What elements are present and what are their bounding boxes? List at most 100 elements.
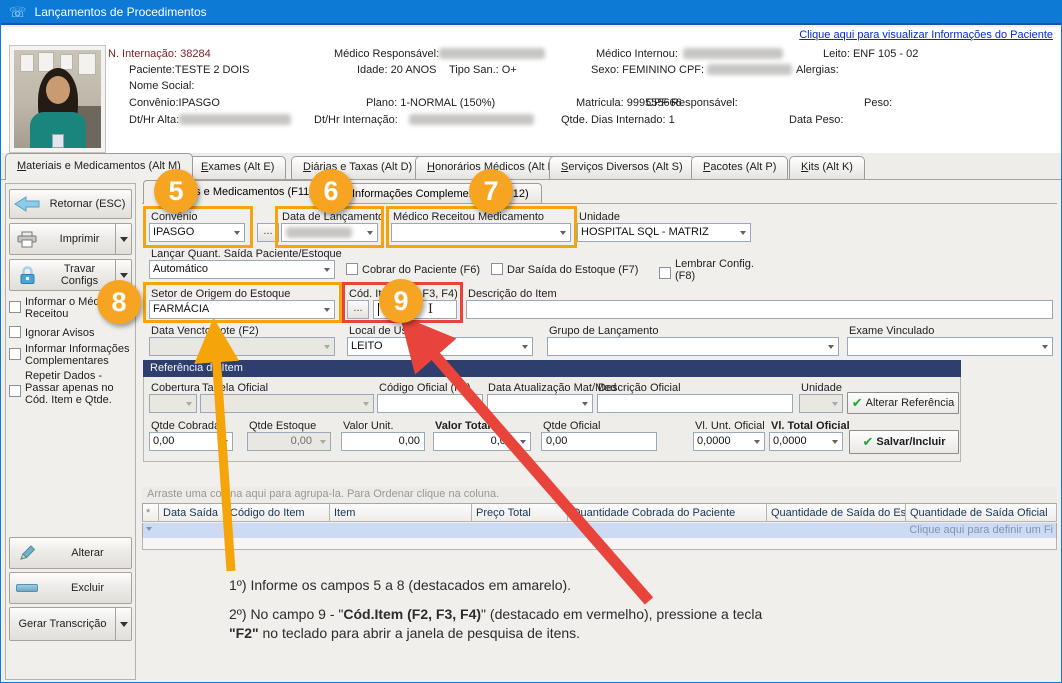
grid-filter-row[interactable]: Clique aqui para definir um Fi [142, 523, 1057, 538]
data-atualizacao-select[interactable] [487, 394, 593, 413]
unidade-oficial-label: Unidade [801, 382, 842, 394]
checkbox-ignorar-avisos[interactable] [9, 326, 21, 338]
dthr-alta: Dt/Hr Alta: [129, 114, 179, 126]
chevron-down-icon [735, 224, 750, 241]
alterar-button[interactable]: Alterar [9, 537, 132, 569]
titlebar[interactable]: ☏ Lançamentos de Procedimentos [1, 1, 1062, 25]
ibeam-cursor: I [426, 303, 435, 316]
alergias: Alergias: [796, 64, 839, 76]
chevron-down-icon [577, 395, 592, 412]
excluir-button[interactable]: Excluir [9, 572, 132, 604]
imprimir-button[interactable]: Imprimir [9, 223, 132, 255]
check-icon: ✔ [852, 395, 863, 411]
convenio-select[interactable]: IPASGO [149, 223, 245, 242]
grid-header-icon: * [142, 503, 159, 522]
tab-servicos-diversos[interactable]: Serviços Diversos (Alt S) [549, 156, 695, 179]
salvar-incluir-button[interactable]: ✔ Salvar/Incluir [849, 430, 959, 454]
check-icon: ✔ [863, 434, 874, 450]
tab-kits[interactable]: Kits (Alt K) [789, 156, 865, 179]
codigo-oficial-input[interactable] [377, 394, 483, 413]
grid-header-codigo-item[interactable]: Código do Item [226, 503, 330, 522]
grid-header-qtd-saida-estoque[interactable]: Quantidade de Saída do Estoque [767, 503, 906, 522]
retornar-button[interactable]: Retornar (ESC) [9, 189, 132, 219]
patient-info-link[interactable]: Clique aqui para visualizar Informações … [799, 29, 1053, 41]
cod-item-more-button[interactable]: ... [347, 300, 369, 319]
tab-diarias-taxas[interactable]: Diárias e Taxas (Alt D) [291, 156, 424, 179]
alterar-referencia-button[interactable]: ✔ Alterar Referência [847, 392, 959, 414]
lock-icon [10, 266, 44, 285]
gerar-dropdown-arrow[interactable] [115, 608, 131, 640]
vl-unt-oficial-select[interactable]: 0,0000 [693, 432, 765, 451]
paciente: Paciente:TESTE 2 DOIS [129, 64, 249, 76]
dthr-internacao: Dt/Hr Internação: [314, 114, 398, 126]
grupo-lancamento-select[interactable] [547, 337, 839, 356]
unidade-label: Unidade [579, 211, 620, 223]
grid-empty-row[interactable] [142, 538, 1057, 550]
checkbox-informar-medico[interactable] [9, 301, 21, 313]
exame-vinculado-select[interactable] [847, 337, 1053, 356]
instruction-step-2: 2º) No campo 9 - "Cód.Item (F2, F3, F4)"… [229, 605, 954, 643]
vl-total-oficial-select[interactable]: 0,0000 [769, 432, 843, 451]
checkbox-informar-informacoes[interactable] [9, 348, 21, 360]
plano: Plano: 1-NORMAL (150%) [366, 97, 495, 109]
descricao-item-input[interactable] [466, 300, 1053, 319]
data-vencto-select [149, 337, 335, 356]
cpf: CPF: [679, 64, 704, 76]
nome-social: Nome Social: [129, 80, 194, 92]
checkbox-cobrar-paciente[interactable] [346, 263, 358, 275]
chevron-down-icon [319, 301, 334, 318]
sexo: Sexo: FEMININO [591, 64, 676, 76]
checkbox-dar-saida-label: Dar Saída do Estoque (F7) [507, 264, 638, 276]
codigo-oficial-label: Código Oficial (F5) [379, 382, 471, 394]
qtde-estoque-label: Qtde Estoque [249, 420, 316, 432]
instruction-step-1: 1º) Informe os campos 5 a 8 (destacados … [229, 577, 571, 593]
checkbox-lembrar-config[interactable] [659, 267, 671, 279]
checkbox-dar-saida[interactable] [491, 263, 503, 275]
grid-header-data-saida[interactable]: Data Saída [159, 503, 226, 522]
back-arrow-icon [10, 196, 44, 212]
checkbox-lembrar-config-label: Lembrar Config. (F8) [675, 258, 757, 282]
valor-unit-input[interactable]: 0,00 [341, 432, 425, 451]
grid-groupby-hint[interactable]: Arraste uma coluna aqui para agrupa-la. … [142, 487, 1057, 503]
tab-exames[interactable]: Exames (Alt E) [189, 156, 286, 179]
medico-receitou-select[interactable] [391, 223, 571, 242]
qtde-oficial-input[interactable]: 0,00 [541, 432, 657, 451]
data-lancamento-redacted [286, 227, 352, 238]
grid-header-qtd-cobrada[interactable]: Quantidade Cobrada do Paciente [568, 503, 767, 522]
grid-header-preco-total[interactable]: Preço Total [472, 503, 568, 522]
chevron-down-icon [827, 433, 842, 450]
descricao-oficial-label: Descrição Oficial [598, 382, 681, 394]
local-uso-select[interactable]: LEITO [347, 337, 533, 356]
dthr-internacao-redacted [409, 114, 534, 125]
checkbox-cobrar-paciente-label: Cobrar do Paciente (F6) [362, 264, 480, 276]
patient-photo [9, 45, 106, 153]
lancar-quant-label: Lançar Quant. Saída Paciente/Estoque [151, 248, 342, 260]
cobertura-label: Cobertura [151, 382, 200, 394]
data-peso: Data Peso: [789, 114, 843, 126]
setor-origem-select[interactable]: FARMÁCIA [149, 300, 335, 319]
app-icon: ☏ [9, 4, 27, 21]
convenio-paciente: Convênio:IPASGO [129, 97, 220, 109]
cpf-redacted [707, 64, 792, 75]
pencil-icon [10, 544, 44, 562]
grid-header-item[interactable]: Item [330, 503, 472, 522]
setor-origem-label: Setor de Origem do Estoque [151, 288, 290, 300]
grid-header-qtd-saida-oficial[interactable]: Quantidade de Saída Oficial [906, 503, 1057, 522]
leito: Leito: ENF 105 - 02 [823, 48, 918, 60]
valor-total-label: Valor Total [435, 420, 490, 432]
unidade-select[interactable]: HOSPITAL SQL - MATRIZ [577, 223, 751, 242]
checkbox-repetir-dados-label: Repetir Dados - Passar apenas no Cód. It… [25, 370, 131, 406]
checkbox-repetir-dados[interactable] [9, 385, 21, 397]
imprimir-dropdown-arrow[interactable] [115, 224, 131, 254]
descricao-oficial-input[interactable] [597, 394, 793, 413]
valor-total-select[interactable]: 0,00 [433, 432, 531, 451]
tab-pacotes[interactable]: Pacotes (Alt P) [691, 156, 788, 179]
tipo-san: Tipo San.: O+ [449, 64, 517, 76]
badge-8: 8 [97, 280, 141, 324]
gerar-transcricao-button[interactable]: Gerar Transcrição [9, 607, 132, 641]
lancar-quant-select[interactable]: Automático [149, 260, 335, 279]
lancamentos-window: ☏ Lançamentos de Procedimentos Clique aq… [0, 0, 1062, 683]
convenio-more-button[interactable]: ... [257, 223, 279, 242]
qtde-cobrada-select[interactable]: 0,00 [149, 432, 233, 451]
n-internacao: N. Internação: 38284 [108, 48, 211, 60]
